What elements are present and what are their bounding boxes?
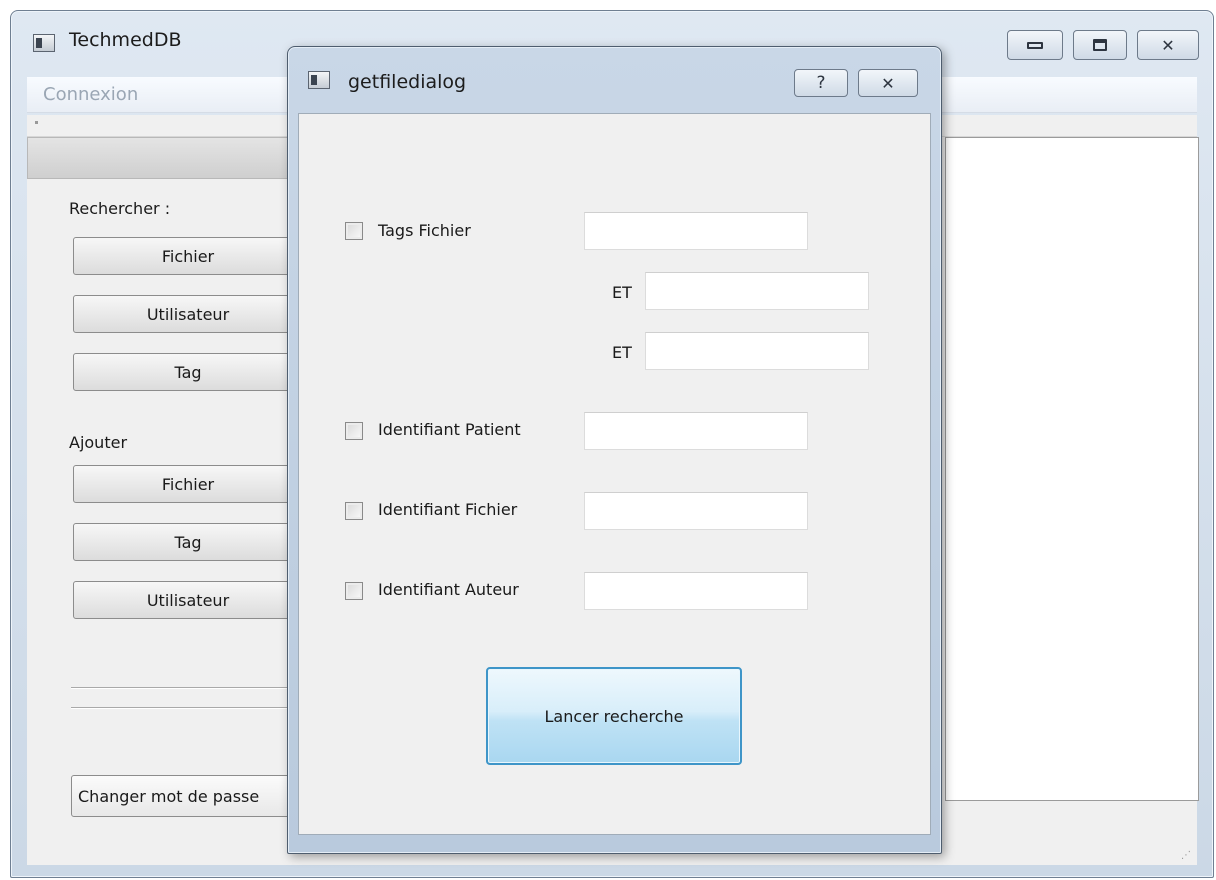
identifiant-auteur-label: Identifiant Auteur (378, 580, 519, 599)
identifiant-patient-input[interactable] (584, 412, 808, 450)
identifiant-fichier-input[interactable] (584, 492, 808, 530)
close-icon: ✕ (881, 73, 895, 93)
tags-fichier-checkbox[interactable] (345, 222, 363, 240)
separator-line (71, 687, 311, 689)
search-file-button[interactable]: Fichier (73, 237, 303, 275)
add-tag-button[interactable]: Tag (73, 523, 303, 561)
help-button[interactable]: ? (794, 69, 848, 97)
toolbar-grip[interactable] (35, 121, 38, 124)
et-label: ET (612, 343, 632, 362)
identifiant-patient-checkbox[interactable] (345, 422, 363, 440)
close-button[interactable]: ✕ (1137, 30, 1199, 60)
size-grip-icon[interactable]: ⋰ (1181, 850, 1191, 861)
identifiant-auteur-checkbox[interactable] (345, 582, 363, 600)
identifiant-auteur-input[interactable] (584, 572, 808, 610)
results-text-area[interactable] (945, 137, 1199, 801)
left-panel-header-bar (27, 137, 307, 179)
main-window-title: TechmedDB (69, 29, 182, 51)
add-file-button[interactable]: Fichier (73, 465, 303, 503)
tags-fichier-label: Tags Fichier (378, 221, 471, 240)
dialog-app-icon (308, 71, 330, 89)
maximize-icon (1093, 39, 1107, 51)
tags-fichier-input-2[interactable] (645, 272, 869, 310)
lancer-recherche-button[interactable]: Lancer recherche (486, 667, 742, 765)
help-icon: ? (816, 73, 826, 93)
dialog-close-button[interactable]: ✕ (858, 69, 918, 97)
identifiant-fichier-checkbox[interactable] (345, 502, 363, 520)
search-tag-button[interactable]: Tag (73, 353, 303, 391)
tags-fichier-input-1[interactable] (584, 212, 808, 250)
add-user-button[interactable]: Utilisateur (73, 581, 303, 619)
maximize-button[interactable] (1073, 30, 1127, 60)
search-user-button[interactable]: Utilisateur (73, 295, 303, 333)
close-icon: ✕ (1161, 35, 1175, 55)
add-section-label: Ajouter (69, 433, 128, 452)
search-section-label: Rechercher : (69, 199, 171, 218)
change-password-button[interactable]: Changer mot de passe (71, 775, 303, 817)
menu-connexion[interactable]: Connexion (43, 84, 138, 105)
et-label: ET (612, 283, 632, 302)
app-window-icon (33, 34, 55, 52)
minimize-button[interactable] (1007, 30, 1063, 60)
dialog-title: getfiledialog (348, 71, 467, 93)
tags-fichier-input-3[interactable] (645, 332, 869, 370)
separator-line (71, 707, 311, 709)
identifiant-patient-label: Identifiant Patient (378, 420, 521, 439)
minimize-icon (1027, 41, 1043, 49)
identifiant-fichier-label: Identifiant Fichier (378, 500, 518, 519)
